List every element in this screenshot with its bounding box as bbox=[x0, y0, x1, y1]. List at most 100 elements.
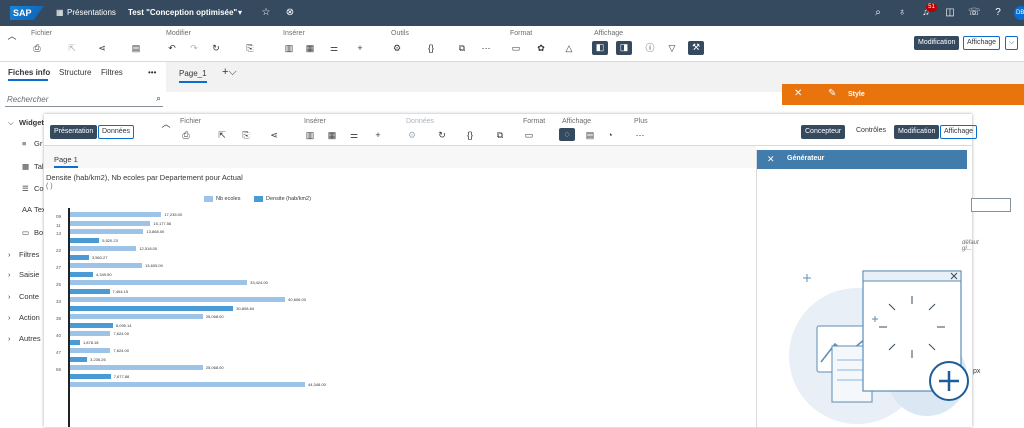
mode-view-button[interactable]: Affichage bbox=[963, 36, 1001, 50]
refresh-icon[interactable]: ↻ bbox=[210, 42, 222, 54]
export-icon[interactable]: ⇱ bbox=[66, 42, 78, 54]
tree-widget-item[interactable]: Bo bbox=[34, 228, 43, 237]
tree-group-label[interactable]: Widget bbox=[19, 118, 44, 127]
app-title[interactable]: Présentations bbox=[67, 8, 116, 17]
save-icon[interactable]: ⎙ bbox=[31, 42, 43, 54]
tab-structure[interactable]: Structure bbox=[59, 68, 91, 77]
help-icon[interactable]: ? bbox=[992, 7, 1004, 19]
bar-densite[interactable] bbox=[70, 288, 110, 294]
comment-icon[interactable]: ◌ bbox=[559, 128, 575, 141]
formula-icon[interactable]: {} bbox=[425, 42, 437, 54]
tree-group-label[interactable]: Filtres bbox=[19, 250, 39, 259]
tree-group-label[interactable]: Conte bbox=[19, 292, 39, 301]
tree-widget-item[interactable]: Tal bbox=[34, 162, 44, 171]
tree-chevron-icon[interactable]: › bbox=[8, 334, 11, 343]
bar-nb-ecoles[interactable] bbox=[70, 229, 144, 234]
tree-chevron-icon[interactable]: › bbox=[8, 313, 11, 322]
bar-densite[interactable] bbox=[70, 237, 100, 243]
table-insert-icon[interactable]: ▦ bbox=[304, 42, 316, 54]
tree-chevron-icon[interactable]: › bbox=[8, 250, 11, 259]
bar-nb-ecoles[interactable] bbox=[70, 331, 111, 336]
bar-densite[interactable] bbox=[70, 271, 94, 277]
tree-widget-item[interactable]: Gr bbox=[34, 139, 42, 148]
bar-nb-ecoles-last[interactable] bbox=[70, 382, 305, 387]
mode-dropdown-icon[interactable]: ⌵ bbox=[1005, 36, 1019, 50]
generator-field-1[interactable] bbox=[971, 198, 1011, 212]
inner-export-icon[interactable]: ⇱ bbox=[216, 129, 228, 141]
inner-collapse-icon[interactable]: ︿ bbox=[160, 118, 172, 130]
tree-group-label[interactable]: Action bbox=[19, 313, 40, 322]
generator-tools-icon[interactable]: ✕ bbox=[767, 154, 775, 165]
inner-more-icon[interactable]: ⋯ bbox=[634, 129, 646, 141]
search-icon[interactable]: ⌕ bbox=[872, 7, 884, 19]
inner-table-icon[interactable]: ▦ bbox=[326, 129, 338, 141]
bar-densite[interactable] bbox=[70, 254, 89, 260]
data-segment[interactable]: Données bbox=[98, 125, 135, 139]
inner-copy-icon[interactable]: ⎘ bbox=[240, 129, 252, 141]
format-icon[interactable]: ▭ bbox=[510, 42, 522, 54]
generator-unit[interactable]: px bbox=[973, 368, 980, 375]
bar-nb-ecoles[interactable] bbox=[70, 246, 137, 251]
collapse-icon[interactable]: ︿ bbox=[6, 30, 18, 42]
inner-save-icon[interactable]: ⎙ bbox=[180, 129, 192, 141]
palette-icon[interactable]: ✿ bbox=[535, 42, 547, 54]
bar-nb-ecoles[interactable] bbox=[70, 280, 248, 285]
add-page-icon[interactable]: +⌵ bbox=[222, 66, 237, 79]
designer-button[interactable]: Concepteur bbox=[801, 125, 846, 139]
inner-mode-edit[interactable]: Modification bbox=[894, 125, 940, 139]
avatar[interactable]: DB bbox=[1014, 6, 1024, 20]
controls-link[interactable]: Contrôles bbox=[856, 127, 886, 134]
tab-filtres[interactable]: Filtres bbox=[101, 68, 123, 77]
tools-cross-icon[interactable]: ✕ bbox=[794, 88, 802, 99]
inner-refresh-icon[interactable]: ↻ bbox=[436, 129, 448, 141]
inner-format-icon[interactable]: ▭ bbox=[523, 129, 535, 141]
tree-widget-item[interactable]: Co bbox=[34, 184, 44, 193]
tree-chevron-icon[interactable]: › bbox=[8, 270, 11, 279]
inner-duplicate-icon[interactable]: ⧉ bbox=[494, 129, 506, 141]
bar-nb-ecoles[interactable] bbox=[70, 220, 151, 226]
search-input[interactable]: Rechercher ⌕ bbox=[5, 92, 163, 107]
inner-filter-icon[interactable]: ⚌ bbox=[348, 129, 360, 141]
lightbulb-icon[interactable]: ♁ bbox=[896, 7, 908, 19]
inner-data-icon[interactable]: ⚙ bbox=[406, 129, 418, 141]
bar-nb-ecoles[interactable] bbox=[70, 212, 162, 217]
undo-icon[interactable]: ↶ bbox=[166, 42, 178, 54]
chat-icon[interactable]: ◫ bbox=[944, 7, 956, 19]
inner-grid-icon[interactable]: ▤ bbox=[584, 129, 596, 141]
right-panel-icon[interactable]: ◨ bbox=[616, 41, 632, 55]
tab-fiches-info[interactable]: Fiches info bbox=[8, 68, 50, 77]
bar-densite[interactable] bbox=[70, 373, 111, 379]
tree-group-label[interactable]: Saisie bbox=[19, 270, 39, 279]
bar-chart[interactable]: Densite (hab/km2), Nb ecoles par Departe… bbox=[44, 168, 756, 427]
favorite-star-icon[interactable]: ☆ bbox=[260, 7, 272, 19]
add-icon[interactable]: + bbox=[354, 42, 366, 54]
tree-chevron-icon[interactable]: › bbox=[8, 292, 11, 301]
search-icon[interactable]: ⌕ bbox=[156, 93, 161, 104]
bar-densite[interactable] bbox=[70, 356, 88, 362]
presentation-segment[interactable]: Présentation bbox=[50, 125, 98, 139]
duplicate-icon[interactable]: ⧉ bbox=[456, 42, 468, 54]
bar-nb-ecoles[interactable] bbox=[70, 314, 203, 319]
bar-nb-ecoles[interactable] bbox=[70, 263, 143, 268]
warning-icon[interactable]: △ bbox=[563, 42, 575, 54]
tree-group-label[interactable]: Autres bbox=[19, 334, 41, 343]
tools-icon[interactable]: ⚙ bbox=[391, 42, 403, 54]
info-icon[interactable]: ⓘ bbox=[644, 42, 656, 54]
bar-nb-ecoles[interactable] bbox=[70, 365, 203, 370]
copy-icon[interactable]: ⎘ bbox=[244, 42, 256, 54]
inner-mode-view[interactable]: Affichage bbox=[940, 125, 978, 139]
left-panel-icon[interactable]: ◧ bbox=[592, 41, 608, 55]
mode-edit-button[interactable]: Modification bbox=[914, 36, 960, 50]
share-icon[interactable]: ⋖ bbox=[96, 42, 108, 54]
builder-icon[interactable]: ⚒ bbox=[688, 41, 704, 55]
chart-insert-icon[interactable]: ▥ bbox=[283, 42, 295, 54]
inner-page-tab[interactable]: Page 1 bbox=[54, 155, 78, 164]
more-tabs-icon[interactable]: ••• bbox=[148, 68, 156, 77]
more-icon[interactable]: ⋯ bbox=[480, 42, 492, 54]
tree-chevron-icon[interactable]: ⌵ bbox=[8, 118, 14, 128]
inner-share-icon[interactable]: ⋖ bbox=[268, 129, 280, 141]
feedback-icon[interactable]: ☏ bbox=[968, 7, 981, 19]
close-circle-icon[interactable]: ⊗ bbox=[284, 7, 296, 19]
bar-densite[interactable] bbox=[70, 305, 234, 311]
publish-icon[interactable]: ▤ bbox=[130, 42, 142, 54]
